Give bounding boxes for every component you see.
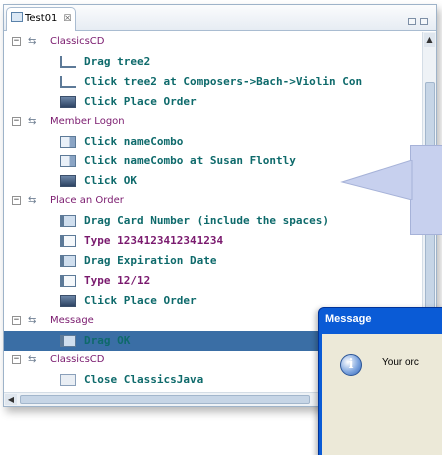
tab-title: Test01 (25, 13, 58, 24)
button-icon (60, 175, 76, 188)
text-field-icon (60, 274, 76, 287)
tree-step-label: Type 1234123412341234 (84, 234, 224, 247)
combo-icon (60, 135, 76, 148)
callout-pointer (340, 160, 413, 200)
tab-bar: Test01 ☒ (4, 5, 436, 31)
tab-test01[interactable]: Test01 ☒ (6, 7, 76, 31)
horizontal-scroll-thumb[interactable] (20, 395, 310, 404)
dialog-body: i Your orc (322, 334, 442, 455)
tree-step-row[interactable]: Drag tree2 (4, 52, 424, 72)
tree-group-label: ClassicsCD (50, 354, 105, 366)
tree-step-row[interactable]: Click nameCombo (4, 132, 424, 152)
info-icon: i (340, 354, 362, 376)
tree-group-classicscd[interactable]: − ⇆ ClassicsCD (4, 32, 424, 52)
button-icon (60, 294, 76, 307)
button-icon (60, 95, 76, 108)
collapse-icon[interactable]: − (12, 116, 21, 126)
maximize-icon[interactable] (420, 18, 428, 25)
tree-step-row[interactable]: Drag Expiration Date (4, 251, 424, 271)
test-group-icon: ⇆ (28, 195, 37, 207)
test-group-icon: ⇆ (28, 314, 37, 326)
tree-icon (60, 55, 76, 68)
text-field-icon (60, 235, 76, 247)
tree-step-row[interactable]: Type 1234123412341234 (4, 231, 424, 251)
tree-group-label: Message (50, 314, 94, 326)
tree-group-label: Member Logon (50, 115, 125, 127)
window-controls (404, 10, 434, 25)
tree-step-label: Click Place Order (84, 94, 197, 108)
tree-step-label: Click OK (84, 174, 137, 188)
message-dialog: Message i Your orc (318, 307, 442, 455)
drag-icon (60, 254, 76, 267)
tree-step-label: Close ClassicsJava (84, 373, 204, 387)
tree-step-label: Click nameCombo (84, 134, 184, 148)
tree-step-row[interactable]: Drag Card Number (include the spaces) (4, 211, 424, 231)
test-group-icon: ⇆ (28, 36, 37, 47)
test-group-icon: ⇆ (28, 115, 37, 127)
tree-step-row[interactable]: Click Place Order (4, 92, 424, 112)
window-close-icon (60, 374, 76, 387)
collapse-icon[interactable]: − (12, 315, 21, 325)
test-file-icon (11, 12, 23, 22)
tree-step-label: Drag Card Number (include the spaces) (84, 214, 330, 228)
tree-step-row[interactable]: Click tree2 at Composers->Bach->Violin C… (4, 72, 424, 92)
tree-step-label: Click nameCombo at Susan Flontly (84, 154, 296, 168)
dialog-title: Message (325, 313, 372, 325)
tree-step-row[interactable]: Type 12/12 (4, 271, 424, 291)
collapse-icon[interactable]: − (12, 355, 21, 365)
tree-group-label: Place an Order (50, 195, 124, 207)
close-tab-icon[interactable]: ☒ (63, 14, 71, 24)
dialog-message: Your orc (382, 357, 419, 368)
tree-icon (60, 75, 76, 88)
tree-step-label: Drag tree2 (84, 54, 151, 68)
drag-icon (60, 215, 76, 228)
tree-step-label: Drag OK (84, 333, 131, 347)
tree-step-label: Type 12/12 (84, 273, 151, 287)
collapse-icon[interactable]: − (12, 196, 21, 206)
tree-step-label: Drag Expiration Date (84, 253, 217, 267)
tree-step-label: Click tree2 at Composers->Bach->Violin C… (84, 74, 363, 88)
scroll-up-icon[interactable]: ▲ (424, 33, 435, 47)
minimize-icon[interactable] (408, 18, 416, 25)
tree-step-label: Click Place Order (84, 293, 197, 307)
collapse-icon[interactable]: − (12, 37, 21, 46)
tree-group-label: ClassicsCD (50, 36, 105, 47)
combo-icon (60, 155, 76, 168)
tree-group-member-logon[interactable]: − ⇆ Member Logon (4, 112, 424, 132)
test-group-icon: ⇆ (28, 354, 37, 366)
scroll-left-icon[interactable]: ◀ (5, 394, 17, 405)
drag-icon (60, 334, 76, 347)
